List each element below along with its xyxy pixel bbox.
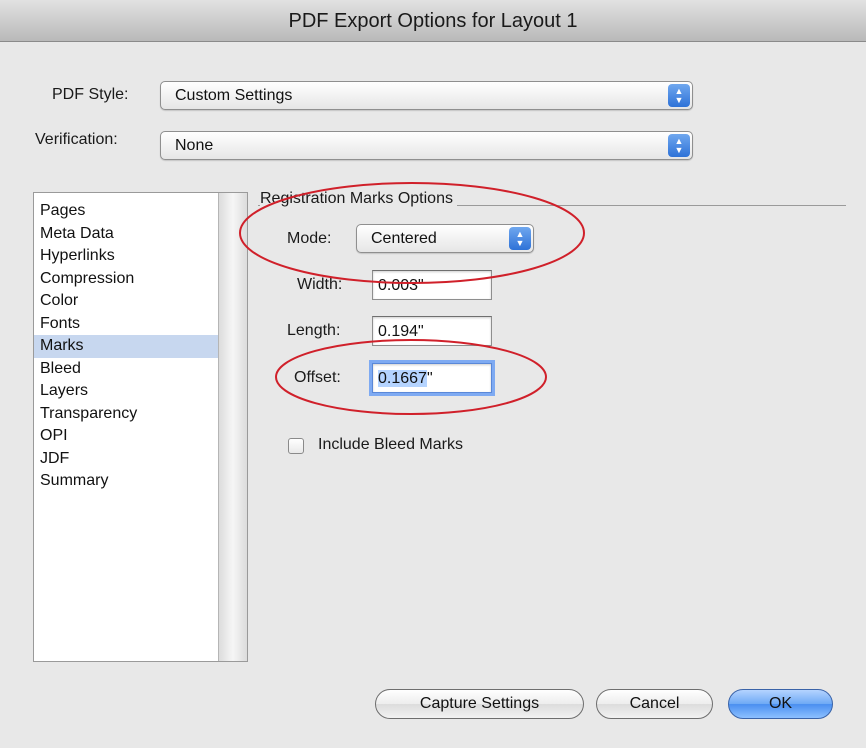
cancel-button[interactable]: Cancel	[596, 689, 713, 719]
width-value: 0.003"	[378, 277, 424, 294]
stepper-arrows-icon: ▲ ▼	[668, 84, 690, 107]
mode-label: Mode:	[287, 230, 332, 247]
registration-marks-group-title: Registration Marks Options	[260, 190, 457, 208]
settings-category-list[interactable]: Pages Meta Data Hyperlinks Compression Color…	[33, 192, 248, 662]
list-item-meta-data[interactable]: Meta Data	[34, 223, 218, 246]
list-item-marks[interactable]: Marks	[34, 335, 218, 358]
length-label: Length:	[287, 322, 341, 339]
list-item-fonts[interactable]: Fonts	[34, 313, 218, 336]
list-item-pages[interactable]: Pages	[34, 200, 218, 223]
stepper-arrows-icon: ▲ ▼	[509, 227, 531, 250]
list-item-bleed[interactable]: Bleed	[34, 358, 218, 381]
include-bleed-marks-checkbox[interactable]	[288, 438, 304, 454]
list-item-summary[interactable]: Summary	[34, 470, 218, 493]
offset-unit: "	[426, 370, 433, 387]
length-field[interactable]: 0.194"	[372, 316, 492, 346]
list-item-opi[interactable]: OPI	[34, 425, 218, 448]
list-item-layers[interactable]: Layers	[34, 380, 218, 403]
stepper-arrows-icon: ▲ ▼	[668, 134, 690, 157]
offset-selected-text: 0.1667	[378, 370, 427, 387]
offset-label: Offset:	[294, 369, 341, 386]
length-value: 0.194"	[378, 323, 424, 340]
offset-field[interactable]: 0.1667"	[372, 363, 492, 393]
width-label: Width:	[297, 276, 343, 293]
pdf-style-label: PDF Style:	[52, 86, 129, 103]
list-item-compression[interactable]: Compression	[34, 268, 218, 291]
verification-select[interactable]: None ▲ ▼	[160, 131, 693, 160]
list-scrollbar[interactable]	[218, 193, 247, 661]
pdf-style-value: Custom Settings	[175, 87, 293, 104]
list-item-hyperlinks[interactable]: Hyperlinks	[34, 245, 218, 268]
list-item-jdf[interactable]: JDF	[34, 448, 218, 471]
verification-label: Verification:	[35, 131, 118, 148]
list-item-color[interactable]: Color	[34, 290, 218, 313]
pdf-style-select[interactable]: Custom Settings ▲ ▼	[160, 81, 693, 110]
mode-value: Centered	[371, 230, 437, 247]
list-item-transparency[interactable]: Transparency	[34, 403, 218, 426]
window-title: PDF Export Options for Layout 1	[0, 0, 866, 42]
mode-select[interactable]: Centered ▲ ▼	[356, 224, 534, 253]
ok-button[interactable]: OK	[728, 689, 833, 719]
capture-settings-button[interactable]: Capture Settings	[375, 689, 584, 719]
verification-value: None	[175, 137, 214, 154]
width-field[interactable]: 0.003"	[372, 270, 492, 300]
include-bleed-marks-label[interactable]: Include Bleed Marks	[318, 436, 463, 454]
